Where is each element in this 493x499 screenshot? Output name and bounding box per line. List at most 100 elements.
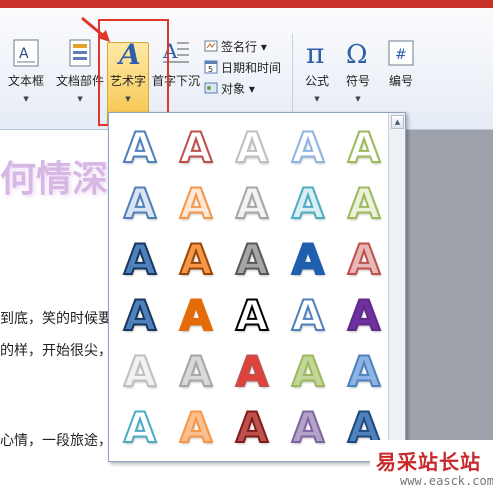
watermark-name: 易采站长站 — [376, 450, 481, 474]
wordart-style-glyph: A — [123, 403, 157, 452]
title-bar-strip — [0, 0, 493, 8]
wordart-style-option[interactable]: A — [227, 291, 277, 341]
wordart-style-glyph: A — [235, 179, 269, 228]
wordart-style-glyph: A — [123, 347, 157, 396]
wordart-style-glyph: A — [235, 403, 269, 452]
wordart-style-option[interactable]: A — [171, 179, 221, 229]
wordart-style-option[interactable]: A — [283, 403, 333, 453]
textbox-label: 文本框 — [8, 74, 45, 88]
wordart-style-option[interactable]: A — [283, 179, 333, 229]
chevron-down-icon: ▼ — [314, 95, 320, 103]
textbox-icon: A — [11, 38, 41, 68]
signature-line-label: 签名行 ▾ — [221, 40, 267, 54]
symbol-label: 符号 — [345, 74, 370, 88]
wordart-style-glyph: A — [179, 179, 213, 228]
object-icon — [204, 81, 218, 95]
wordart-style-glyph: A — [235, 123, 269, 172]
watermark-url: www.easck.com — [400, 474, 493, 488]
wordart-style-option[interactable]: A — [115, 347, 165, 397]
signature-icon — [204, 39, 218, 53]
numbering-label: 编号 — [388, 74, 413, 88]
wordart-style-glyph: A — [347, 123, 381, 172]
wordart-style-glyph: A — [347, 347, 381, 396]
wordart-style-option[interactable]: A — [171, 291, 221, 341]
svg-text:#: # — [395, 47, 407, 63]
wordart-style-option[interactable]: A — [115, 403, 165, 453]
wordart-style-option[interactable]: A — [115, 123, 165, 173]
number-sign-icon: # — [386, 38, 416, 68]
omega-icon: Ω — [343, 38, 373, 70]
wordart-style-option[interactable]: A — [283, 123, 333, 173]
calendar-icon: 5 — [204, 60, 218, 74]
wordart-style-glyph: A — [291, 347, 325, 396]
wordart-style-glyph: A — [179, 291, 213, 340]
wordart-style-option[interactable]: A — [339, 347, 389, 397]
wordart-style-option[interactable]: A — [171, 123, 221, 173]
svg-text:5: 5 — [208, 65, 213, 74]
document-line: 心情，一段旅途， — [0, 433, 112, 449]
date-time-label: 日期和时间 — [221, 61, 282, 75]
wordart-style-glyph: A — [347, 179, 381, 228]
wordart-style-option[interactable]: A — [227, 179, 277, 229]
wordart-style-glyph: A — [347, 291, 381, 340]
wordart-style-option[interactable]: A — [283, 235, 333, 285]
wordart-style-option[interactable]: A — [339, 235, 389, 285]
gallery-scrollbar[interactable]: ▲ — [388, 113, 405, 461]
symbol-button[interactable]: Ω 符号 ▼ — [341, 38, 375, 103]
wordart-style-glyph: A — [235, 347, 269, 396]
wordart-style-option[interactable]: A — [339, 123, 389, 173]
wordart-style-glyph: A — [347, 235, 381, 284]
signature-line-button[interactable]: 签名行 ▾ — [204, 38, 267, 55]
equation-label: 公式 — [304, 74, 329, 88]
date-time-button[interactable]: 5 日期和时间 — [204, 59, 281, 76]
scroll-up-button[interactable]: ▲ — [391, 115, 404, 129]
wordart-style-glyph: A — [123, 235, 157, 284]
wordart-style-glyph: A — [123, 179, 157, 228]
object-label: 对象 ▾ — [221, 82, 255, 96]
wordart-style-glyph: A — [179, 123, 213, 172]
wordart-style-glyph: A — [179, 403, 213, 452]
wordart-style-option[interactable]: A — [115, 179, 165, 229]
svg-text:A: A — [19, 46, 29, 62]
wordart-gallery[interactable]: AAAAAAAAAAAAAAAAAAAAAAAAAAAAAA ▲ — [108, 112, 406, 462]
wordart-style-option[interactable]: A — [227, 123, 277, 173]
wordart-heading: 何情深 — [0, 159, 109, 200]
wordart-style-option[interactable]: A — [171, 403, 221, 453]
wordart-style-glyph: A — [235, 235, 269, 284]
wordart-style-glyph: A — [291, 291, 325, 340]
wordart-style-option[interactable]: A — [283, 291, 333, 341]
textbox-button[interactable]: A 文本框 ▼ — [8, 38, 44, 103]
wordart-style-glyph: A — [179, 347, 213, 396]
wordart-style-glyph: A — [123, 291, 157, 340]
group-separator — [292, 34, 293, 118]
wordart-style-option[interactable]: A — [339, 291, 389, 341]
wordart-style-glyph: A — [123, 123, 157, 172]
wordart-style-option[interactable]: A — [339, 179, 389, 229]
wordart-style-option[interactable]: A — [227, 403, 277, 453]
wordart-style-glyph: A — [291, 123, 325, 172]
wordart-style-glyph: A — [291, 179, 325, 228]
wordart-style-option[interactable]: A — [227, 347, 277, 397]
wordart-style-glyph: A — [179, 235, 213, 284]
document-line: 的样，开始很尖， — [0, 343, 112, 359]
equation-button[interactable]: π 公式 ▼ — [300, 37, 334, 103]
wordart-style-option[interactable]: A — [227, 235, 277, 285]
wordart-style-glyph: A — [291, 235, 325, 284]
pi-icon: π — [302, 37, 332, 70]
document-line: 到底，笑的时候要 — [0, 311, 112, 327]
wordart-style-option[interactable]: A — [283, 347, 333, 397]
svg-text:Ω: Ω — [346, 40, 368, 68]
wordart-style-option[interactable]: A — [171, 347, 221, 397]
wordart-style-glyph: A — [291, 403, 325, 452]
svg-text:π: π — [306, 38, 324, 68]
wordart-style-glyph: A — [235, 291, 269, 340]
quick-parts-label: 文档部件 — [56, 74, 105, 88]
wordart-style-option[interactable]: A — [115, 291, 165, 341]
chevron-down-icon: ▼ — [77, 95, 83, 103]
chevron-down-icon: ▼ — [355, 95, 361, 103]
wordart-style-option[interactable]: A — [171, 235, 221, 285]
numbering-button[interactable]: # 编号 — [384, 38, 418, 89]
object-button[interactable]: 对象 ▾ — [204, 80, 255, 97]
wordart-style-option[interactable]: A — [115, 235, 165, 285]
chevron-down-icon: ▼ — [23, 95, 29, 103]
